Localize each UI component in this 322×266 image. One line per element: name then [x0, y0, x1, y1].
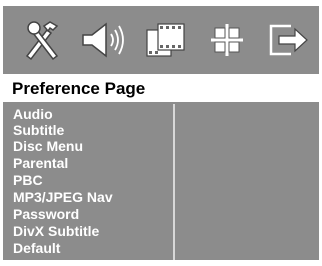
preferences-icon[interactable]: [203, 16, 253, 64]
menu-item-parental[interactable]: Parental: [13, 155, 68, 172]
speaker-audio-icon[interactable]: [79, 16, 129, 64]
menu-item-password[interactable]: Password: [13, 206, 79, 223]
page-title: Preference Page: [12, 79, 146, 98]
setup-menu: Preference Page Audio Subtitle Disc Menu…: [3, 6, 319, 260]
menu-item-pbc[interactable]: PBC: [13, 172, 43, 189]
icon-bar: [3, 6, 319, 74]
menu-item-disc-menu[interactable]: Disc Menu: [13, 138, 83, 155]
menu-item-default[interactable]: Default: [13, 240, 60, 257]
page-title-bar: Preference Page: [3, 77, 319, 104]
menu-list: Audio Subtitle Disc Menu Parental PBC MP…: [3, 104, 173, 260]
menu-item-audio[interactable]: Audio: [13, 106, 53, 123]
exit-icon[interactable]: [263, 16, 313, 64]
menu-item-mp3-jpeg-nav[interactable]: MP3/JPEG Nav: [13, 189, 113, 206]
menu-item-divx-subtitle[interactable]: DivX Subtitle: [13, 223, 99, 240]
settings-tools-icon[interactable]: [17, 16, 67, 64]
menu-panel: Audio Subtitle Disc Menu Parental PBC MP…: [3, 104, 319, 260]
panel-divider: [173, 104, 175, 260]
menu-item-subtitle[interactable]: Subtitle: [13, 122, 64, 139]
film-video-icon[interactable]: [142, 16, 192, 64]
